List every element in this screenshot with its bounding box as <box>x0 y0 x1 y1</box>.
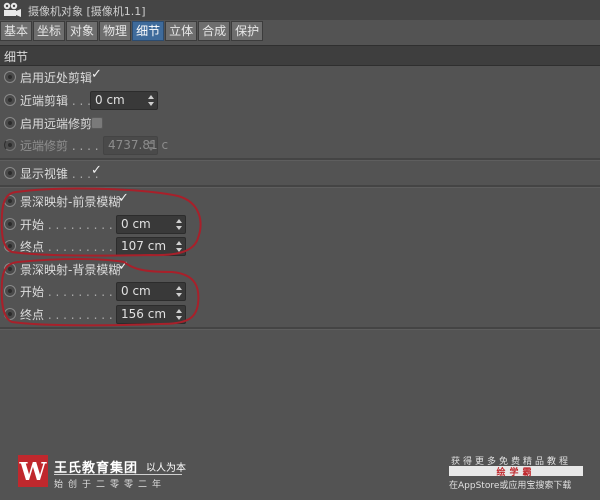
animate-radio-icon[interactable] <box>4 240 16 252</box>
section-title: 细节 <box>4 50 29 64</box>
object-title: 摄像机对象 [摄像机1.1] <box>28 5 146 18</box>
animate-radio-icon[interactable] <box>4 263 16 275</box>
param-row-back-start: 开始 . . . . . . . . . . . . 0 cm <box>0 281 600 301</box>
param-label: 远端修剪 . . . . <box>20 139 99 153</box>
animate-radio-icon[interactable] <box>4 167 16 179</box>
spinner-arrows-icon[interactable] <box>176 309 182 320</box>
param-row-front-end: 终点 . . . . . . . . . . . . 107 cm <box>0 236 600 256</box>
spinner-arrows-icon[interactable] <box>176 241 182 252</box>
front-end-input[interactable]: 107 cm <box>116 237 186 256</box>
spinner-arrows-icon <box>148 140 154 151</box>
far-clip-checkbox[interactable] <box>91 117 103 129</box>
tab-coordinates[interactable]: 坐标 <box>33 21 66 41</box>
tab-object[interactable]: 对象 <box>66 21 99 41</box>
animate-radio-icon[interactable] <box>4 218 16 230</box>
animate-radio-icon[interactable] <box>4 94 16 106</box>
title-bar: 摄像机对象 [摄像机1.1] <box>0 0 600 20</box>
param-row-near-clip-enable: 启用近处剪辑 ✓ <box>0 67 600 87</box>
param-label: 景深映射-背景模糊 <box>20 263 121 277</box>
show-cone-checkbox[interactable]: ✓ <box>90 164 103 178</box>
promo-app-name: 绘学霸 <box>496 468 536 478</box>
param-row-back-end: 终点 . . . . . . . . . . . . 156 cm <box>0 304 600 324</box>
group-separator <box>0 158 600 161</box>
camera-object-icon <box>3 2 21 17</box>
param-row-near-clip: 近端剪辑 . . . . 0 cm <box>0 90 600 110</box>
group-separator <box>0 185 600 188</box>
spinner-arrows-icon[interactable] <box>148 95 154 106</box>
brand-logo: W <box>18 455 48 487</box>
param-label: 显示视锥 . . . . <box>20 167 99 181</box>
logo-letter: W <box>19 457 47 486</box>
front-blur-checkbox[interactable]: ✓ <box>117 192 130 206</box>
back-end-input[interactable]: 156 cm <box>116 305 186 324</box>
brand-slogan: 以人为本 <box>146 463 186 474</box>
spinner-arrows-icon[interactable] <box>176 286 182 297</box>
tab-basic[interactable]: 基本 <box>0 21 33 41</box>
group-separator <box>0 327 600 330</box>
back-start-input[interactable]: 0 cm <box>116 282 186 301</box>
back-blur-checkbox[interactable]: ✓ <box>117 260 130 274</box>
param-row-far-clip-enable: 启用远端修剪 <box>0 113 600 133</box>
tab-physical[interactable]: 物理 <box>99 21 132 41</box>
tab-compositing[interactable]: 合成 <box>198 21 231 41</box>
tab-stereoscopic[interactable]: 立体 <box>165 21 198 41</box>
promo-download-hint: 在AppStore或应用宝搜索下载 <box>449 481 572 491</box>
param-row-show-cone: 显示视锥 . . . . ✓ <box>0 163 600 183</box>
param-row-front-start: 开始 . . . . . . . . . . . . 0 cm <box>0 214 600 234</box>
animate-radio-icon[interactable] <box>4 308 16 320</box>
animate-radio-icon[interactable] <box>4 195 16 207</box>
param-row-dof-back: 景深映射-背景模糊 ✓ <box>0 259 600 279</box>
param-label: 启用近处剪辑 <box>20 71 93 85</box>
animate-radio-icon[interactable] <box>4 71 16 83</box>
promo-banner: 绘学霸 <box>449 466 583 478</box>
tab-protection[interactable]: 保护 <box>231 21 264 41</box>
param-row-dof-front: 景深映射-前景模糊 ✓ <box>0 191 600 211</box>
near-clip-checkbox[interactable]: ✓ <box>90 68 103 82</box>
param-label: 景深映射-前景模糊 <box>20 195 121 209</box>
animate-radio-icon <box>4 139 16 151</box>
near-clip-input[interactable]: 0 cm <box>90 91 158 110</box>
param-label: 启用远端修剪 <box>20 117 93 131</box>
animate-radio-icon[interactable] <box>4 285 16 297</box>
tab-details[interactable]: 细节 <box>132 21 165 41</box>
far-clip-input: 4737.81 c <box>103 136 168 155</box>
brand-divider <box>54 474 182 475</box>
attribute-tabs: 基本 坐标 对象 物理 细节 立体 合成 保护 <box>0 21 264 41</box>
spinner-arrows-icon[interactable] <box>176 219 182 230</box>
param-row-far-clip: 远端修剪 . . . . 4737.81 c <box>0 135 600 155</box>
param-label: 近端剪辑 . . . . <box>20 94 99 108</box>
front-start-input[interactable]: 0 cm <box>116 215 186 234</box>
section-header: 细节 <box>0 45 600 66</box>
animate-radio-icon[interactable] <box>4 117 16 129</box>
brand-since: 始创于二零零二年 <box>54 480 167 490</box>
